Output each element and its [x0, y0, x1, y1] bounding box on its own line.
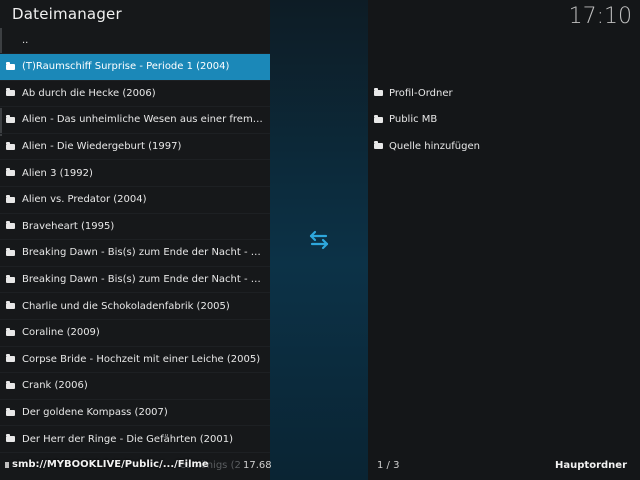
- file-list-item[interactable]: Alien - Die Wiedergeburt (1997): [0, 134, 270, 161]
- folder-icon: [6, 61, 15, 70]
- item-label: Profil-Ordner: [389, 87, 453, 99]
- folder-icon: [6, 301, 15, 310]
- file-list-item[interactable]: Alien 3 (1992): [0, 160, 270, 187]
- item-label: (T)Raumschiff Surprise - Periode 1 (2004…: [22, 61, 230, 73]
- file-list-item[interactable]: Corpse Bride - Hochzeit mit einer Leiche…: [0, 347, 270, 374]
- folder-icon: [6, 194, 15, 203]
- source-list-item[interactable]: Profil-Ordner: [368, 80, 640, 107]
- item-label: Breaking Dawn - Bis(s) zum Ende der Nach…: [22, 274, 264, 286]
- item-label: Alien 3 (1992): [22, 167, 93, 179]
- file-list-item[interactable]: Crank (2006): [0, 373, 270, 400]
- root-folder-label[interactable]: Hauptordner: [555, 460, 627, 471]
- item-label: Public MB: [389, 114, 438, 126]
- file-list-item[interactable]: Braveheart (1995): [0, 214, 270, 241]
- folder-icon: [6, 88, 15, 97]
- item-label: Corpse Bride - Hochzeit mit einer Leiche…: [22, 353, 261, 365]
- folder-icon: [6, 434, 15, 443]
- folder-icon: [6, 380, 15, 389]
- file-list-item[interactable]: Breaking Dawn - Bis(s) zum Ende der Nach…: [0, 267, 270, 294]
- file-list-item[interactable]: Der Herr der Ringe - Die Gefährten (2001…: [0, 426, 270, 453]
- page-indicator: 1 / 3: [377, 460, 400, 471]
- left-file-list: .. (T)Raumschiff Surprise - Periode 1 (20…: [0, 28, 270, 453]
- folder-icon: [374, 114, 383, 123]
- file-list-item[interactable]: Alien - Das unheimliche Wesen aus einer …: [0, 107, 270, 134]
- window-title: Dateimanager: [12, 5, 122, 23]
- item-label: Ab durch die Hecke (2006): [22, 87, 156, 99]
- folder-icon: [6, 168, 15, 177]
- item-label: Crank (2006): [22, 380, 88, 392]
- parent-directory-item[interactable]: ..: [0, 28, 270, 54]
- folder-icon: [6, 274, 15, 283]
- source-list-item[interactable]: Public MB: [368, 107, 640, 134]
- folder-icon: [6, 407, 15, 416]
- file-list-item[interactable]: (T)Raumschiff Surprise - Periode 1 (2004…: [0, 54, 270, 81]
- folder-icon: [6, 354, 15, 363]
- folder-icon: [374, 141, 383, 150]
- item-label: Der Herr der Ringe - Die Gefährten (2001…: [22, 433, 234, 445]
- item-label: Alien - Das unheimliche Wesen aus einer …: [22, 114, 264, 126]
- item-label: Coraline (2009): [22, 327, 100, 339]
- item-label: ..: [22, 35, 29, 46]
- file-list-item[interactable]: Charlie und die Schokoladenfabrik (2005): [0, 293, 270, 320]
- swap-arrows-icon[interactable]: [308, 230, 330, 250]
- right-source-list: Profil-Ordner Public MB Quelle hinzufügen: [368, 80, 640, 160]
- file-list-item[interactable]: Der goldene Kompass (2007): [0, 400, 270, 427]
- source-list-item[interactable]: Quelle hinzufügen: [368, 133, 640, 160]
- item-label: Braveheart (1995): [22, 220, 115, 232]
- folder-icon: [6, 114, 15, 123]
- file-list-item[interactable]: Ab durch die Hecke (2006): [0, 81, 270, 108]
- item-label: Charlie und die Schokoladenfabrik (2005): [22, 300, 230, 312]
- folder-icon: [374, 88, 383, 97]
- folder-icon: [6, 221, 15, 230]
- file-list-item[interactable]: Alien vs. Predator (2004): [0, 187, 270, 214]
- item-label: Breaking Dawn - Bis(s) zum Ende der Nach…: [22, 247, 264, 259]
- item-label: Quelle hinzufügen: [389, 140, 480, 152]
- file-list-item[interactable]: Breaking Dawn - Bis(s) zum Ende der Nach…: [0, 240, 270, 267]
- item-label: Alien - Die Wiedergeburt (1997): [22, 141, 182, 153]
- folder-icon: [6, 141, 15, 150]
- status-mark: [5, 462, 9, 468]
- folder-icon: [6, 327, 15, 336]
- file-list-item[interactable]: Coraline (2009): [0, 320, 270, 347]
- folder-icon: [6, 247, 15, 256]
- current-path: smb://MYBOOKLIVE/Public/.../Filme: [12, 459, 209, 470]
- right-pane: [368, 0, 640, 480]
- clock: 17:10: [568, 4, 632, 29]
- item-label: Alien vs. Predator (2004): [22, 194, 147, 206]
- item-label: Der goldene Kompass (2007): [22, 407, 168, 419]
- free-space: 17.68: [243, 460, 272, 471]
